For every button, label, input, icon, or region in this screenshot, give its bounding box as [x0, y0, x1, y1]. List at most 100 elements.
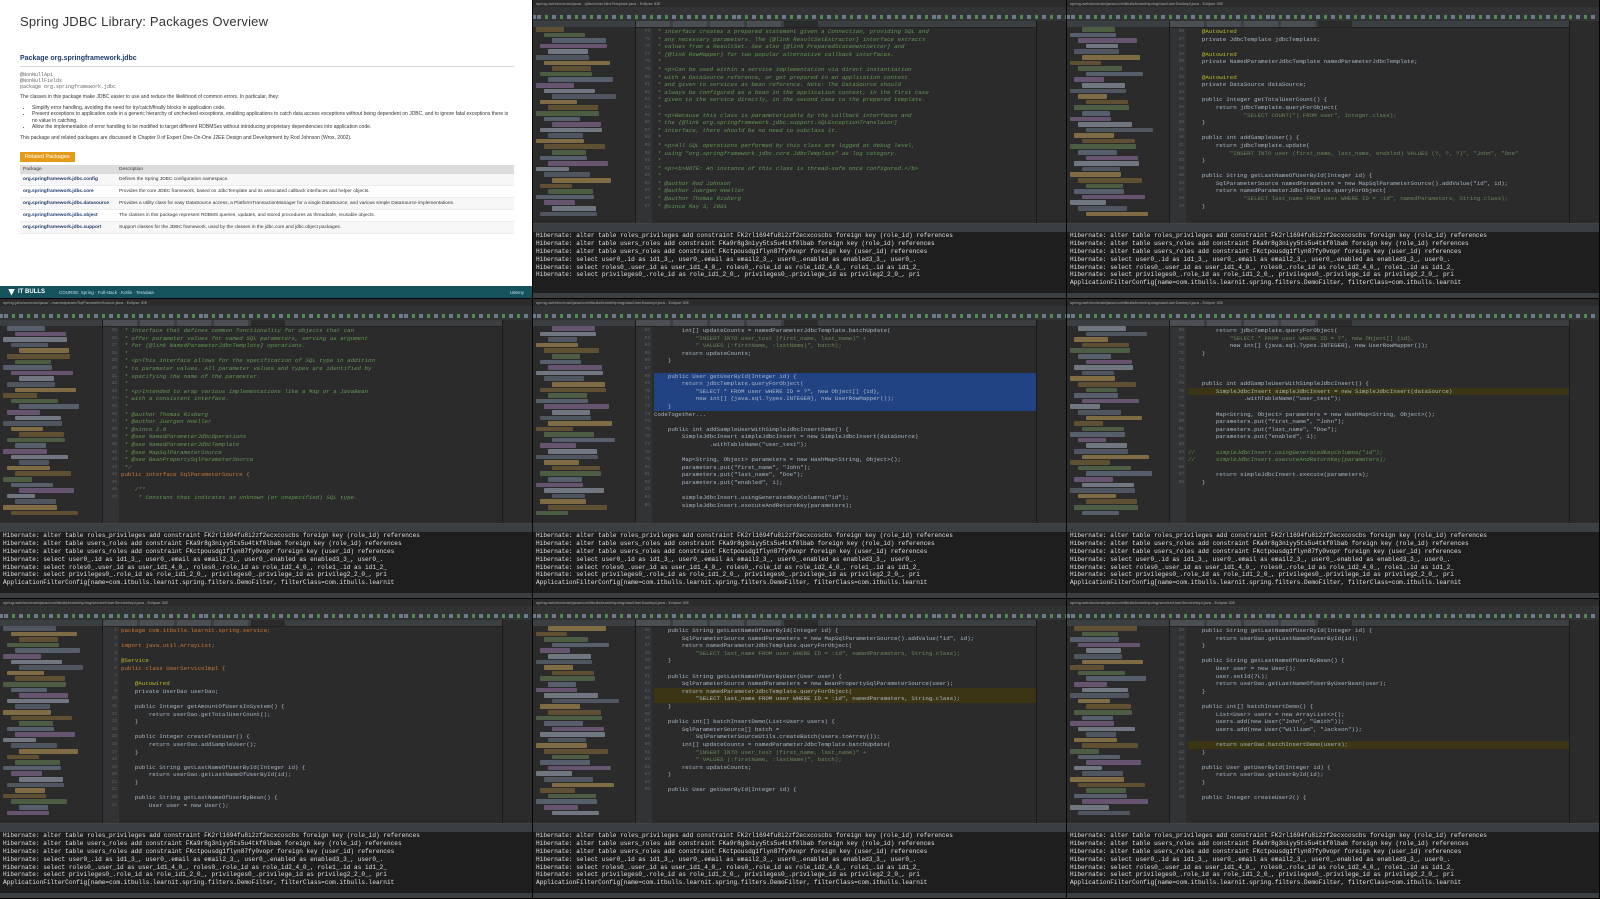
editor-tab[interactable] [1281, 21, 1315, 27]
tree-item[interactable] [540, 71, 592, 77]
tree-item[interactable] [552, 782, 614, 788]
tree-item[interactable] [1070, 432, 1125, 437]
console-view[interactable]: Hibernate: alter table roles_privileges … [0, 823, 532, 893]
tree-item[interactable] [1074, 737, 1117, 743]
tree-item[interactable] [548, 337, 577, 342]
tree-item[interactable] [1082, 743, 1138, 749]
tree-item[interactable] [1086, 211, 1148, 217]
tree-item[interactable] [552, 437, 615, 443]
tree-item[interactable] [1070, 637, 1119, 642]
code-editor[interactable]: 26 27 28 29 30 31 32 33 34 35 36 37 38 39 40 41 42 43 44 45… [1170, 620, 1569, 824]
tree-item[interactable] [7, 326, 45, 331]
editor-tabs[interactable] [103, 620, 502, 627]
tree-item[interactable] [544, 88, 595, 94]
tree-item[interactable] [3, 449, 47, 454]
tree-item[interactable] [1082, 110, 1110, 116]
tree-item[interactable] [1078, 66, 1122, 71]
tree-item[interactable] [536, 687, 577, 693]
tree-item[interactable] [540, 471, 601, 477]
tree-item[interactable] [19, 376, 54, 381]
tree-item[interactable] [1070, 144, 1136, 150]
tree-item[interactable] [536, 659, 592, 665]
tree-item[interactable] [1078, 726, 1135, 732]
tree-item[interactable] [544, 172, 590, 178]
tree-item[interactable] [536, 771, 572, 777]
tree-item[interactable] [7, 465, 50, 471]
tree-item[interactable] [536, 510, 568, 516]
tree-item[interactable] [1070, 88, 1126, 94]
outline-view[interactable] [502, 620, 532, 824]
tree-item[interactable] [11, 631, 77, 637]
tree-item[interactable] [1074, 449, 1128, 454]
tree-item[interactable] [544, 60, 610, 66]
tree-item[interactable] [19, 665, 83, 670]
outline-view[interactable] [1036, 320, 1066, 524]
tree-item[interactable] [15, 499, 56, 504]
editor-tab[interactable] [177, 320, 211, 326]
tree-item[interactable] [536, 743, 587, 749]
tree-item[interactable] [19, 749, 78, 754]
tree-item[interactable] [1078, 381, 1136, 387]
editor-tab[interactable] [710, 620, 744, 626]
tree-item[interactable] [1074, 793, 1127, 799]
editor-tab[interactable] [103, 320, 137, 326]
tree-item[interactable] [19, 721, 53, 726]
editor-tab[interactable] [784, 320, 818, 326]
tree-item[interactable] [1078, 437, 1106, 443]
tree-item[interactable] [15, 676, 65, 681]
tree-item[interactable] [1074, 477, 1113, 482]
tree-item[interactable] [11, 687, 47, 693]
tree-item[interactable] [1086, 443, 1127, 449]
tree-item[interactable] [1078, 754, 1120, 760]
tree-item[interactable] [540, 387, 606, 393]
editor-tab[interactable] [1318, 620, 1352, 626]
project-explorer[interactable] [533, 21, 636, 224]
tree-item[interactable] [548, 161, 608, 166]
tree-item[interactable] [3, 681, 66, 687]
package-link[interactable]: org.springframework.jdbc.datasource [20, 197, 116, 210]
tree-item[interactable] [1074, 709, 1132, 715]
tree-item[interactable] [1086, 648, 1121, 653]
editor-tabs[interactable] [636, 620, 1036, 627]
tree-item[interactable] [552, 178, 611, 183]
editor-tab[interactable] [251, 620, 285, 626]
editor-tab[interactable] [103, 620, 137, 626]
tree-item[interactable] [548, 505, 607, 510]
editor-tab[interactable] [784, 21, 818, 27]
tree-item[interactable] [548, 133, 583, 138]
tree-item[interactable] [540, 443, 576, 449]
editor-tab[interactable] [1318, 21, 1352, 27]
tree-item[interactable] [1086, 704, 1131, 709]
tree-item[interactable] [540, 359, 581, 365]
tree-item[interactable] [1078, 94, 1107, 99]
tree-item[interactable] [1074, 337, 1108, 342]
tree-item[interactable] [544, 116, 580, 122]
outline-view[interactable] [1036, 620, 1066, 824]
tree-item[interactable] [11, 510, 78, 516]
tree-item[interactable] [19, 460, 49, 465]
tree-item[interactable] [548, 421, 612, 426]
code-area[interactable]: * interface creates a prepared statement… [654, 28, 1036, 224]
tree-item[interactable] [1070, 200, 1106, 205]
tree-item[interactable] [548, 49, 588, 54]
project-explorer[interactable] [1067, 620, 1170, 824]
tree-item[interactable] [1078, 409, 1121, 415]
tree-item[interactable] [3, 477, 32, 482]
tree-item[interactable] [3, 337, 67, 342]
console-tabs[interactable] [1067, 824, 1599, 832]
tree-item[interactable] [1070, 805, 1109, 810]
editor-tab[interactable] [140, 320, 174, 326]
console-view[interactable]: Hibernate: alter table roles_privileges … [0, 523, 532, 593]
tree-item[interactable] [536, 166, 569, 172]
tree-item[interactable] [540, 788, 575, 793]
editor-tabs[interactable] [1170, 21, 1569, 28]
tree-item[interactable] [536, 799, 597, 804]
editor-tab[interactable] [747, 320, 781, 326]
tree-item[interactable] [1086, 99, 1128, 105]
tree-item[interactable] [7, 726, 54, 732]
code-editor[interactable]: 1 2 3 4 5 6 7 8 9 10 11 12 13 14 15 16 17 18 19 20 21 22 23 24 p… [103, 620, 502, 824]
tree-item[interactable] [1078, 810, 1130, 816]
tree-item[interactable] [540, 331, 596, 337]
tree-item[interactable] [15, 760, 60, 765]
tree-item[interactable] [1078, 206, 1127, 211]
